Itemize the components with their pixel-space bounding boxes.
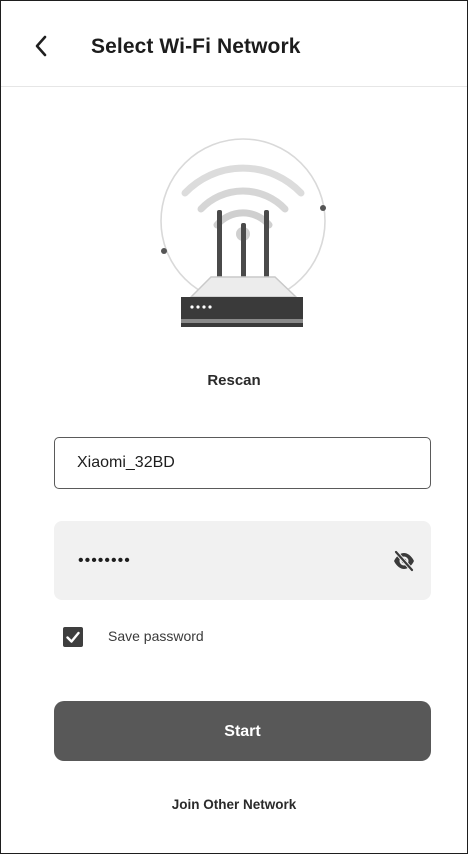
router-wifi-illustration: [151, 135, 341, 335]
password-input[interactable]: [78, 521, 368, 600]
save-password-checkbox[interactable]: [63, 627, 83, 647]
page-title: Select Wi-Fi Network: [91, 35, 301, 58]
start-button[interactable]: Start: [54, 701, 431, 761]
router-wifi-icon: [160, 138, 326, 327]
ssid-field[interactable]: [54, 437, 431, 489]
password-field[interactable]: [54, 521, 431, 600]
header-bar: Select Wi-Fi Network: [1, 1, 467, 87]
rescan-button[interactable]: Rescan: [1, 372, 467, 389]
password-visibility-toggle[interactable]: [391, 548, 417, 574]
chevron-left-icon: [35, 35, 47, 57]
join-other-network-link[interactable]: Join Other Network: [1, 797, 467, 812]
checkmark-icon: [66, 631, 80, 643]
back-button[interactable]: [27, 31, 57, 61]
screen: Select Wi-Fi Network Rescan Xiaomi_32BD …: [0, 0, 468, 854]
eye-off-icon: [394, 550, 414, 572]
ssid-input[interactable]: [77, 438, 407, 488]
save-password-label[interactable]: Save password: [108, 628, 204, 644]
